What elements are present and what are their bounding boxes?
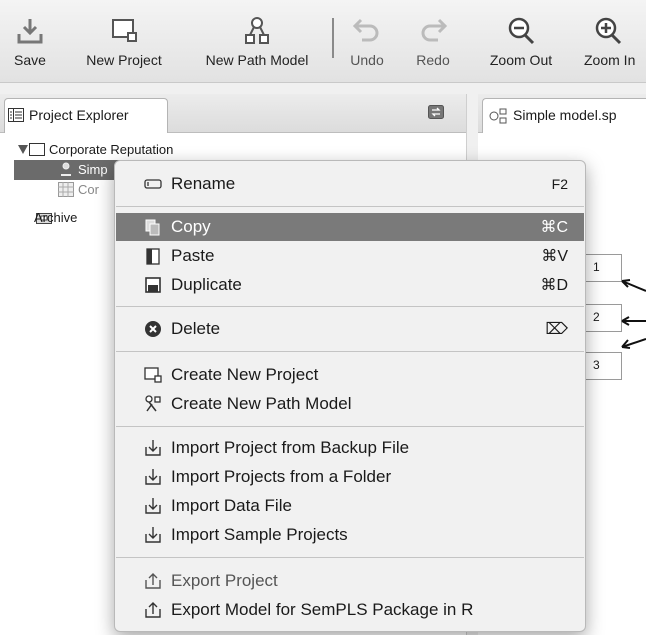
import-icon — [145, 469, 161, 485]
zoom-in-icon — [595, 17, 622, 45]
menu-item-import-data-file[interactable]: Import Data File — [116, 492, 584, 520]
menu-item-create-new-path-model[interactable]: Create New Path Model — [116, 390, 584, 418]
path-model-icon — [61, 162, 71, 176]
project-folder-icon — [29, 143, 45, 156]
menu-item-copy[interactable]: Copy ⌘C — [116, 213, 584, 241]
menu-item-export-model-sempls[interactable]: Export Model for SemPLS Package in R — [116, 596, 584, 624]
menu-item-duplicate[interactable]: Duplicate ⌘D — [116, 271, 584, 299]
new-path-model-button[interactable]: New Path Model — [192, 6, 322, 78]
copy-icon — [145, 219, 160, 236]
menu-separator — [116, 351, 584, 352]
delete-icon — [145, 321, 161, 337]
menu-item-rename[interactable]: Rename F2 — [116, 170, 584, 198]
indicator-arrows — [621, 279, 646, 349]
export-icon — [145, 602, 161, 618]
zoom-out-button[interactable]: Zoom Out — [478, 6, 564, 78]
menu-item-paste[interactable]: Paste ⌘V — [116, 242, 584, 270]
explorer-tab-bar: Project Explorer — [0, 94, 466, 133]
menu-item-import-backup[interactable]: Import Project from Backup File — [116, 434, 584, 462]
paste-icon — [146, 248, 160, 265]
indicator-box[interactable]: 1 — [584, 254, 622, 282]
tab-simple-model[interactable]: Simple model.sp — [482, 98, 646, 133]
duplicate-icon — [145, 277, 161, 293]
new-project-icon — [144, 367, 162, 383]
menu-separator — [116, 306, 584, 307]
minimize-panel-icon[interactable] — [428, 105, 444, 119]
import-icon — [145, 498, 161, 514]
menu-item-import-folder[interactable]: Import Projects from a Folder — [116, 463, 584, 491]
menu-separator — [116, 557, 584, 558]
path-model-icon — [145, 395, 161, 412]
main-toolbar: Save New Project New Path Model Undo Red… — [0, 0, 646, 83]
indicator-box[interactable]: 3 — [584, 352, 622, 380]
redo-icon — [421, 18, 448, 42]
zoom-in-button[interactable]: Zoom In — [578, 6, 646, 78]
toolbar-separator — [332, 18, 334, 58]
tree-item-corporate-reputation[interactable]: Corporate Reputation — [18, 140, 318, 160]
import-icon — [145, 527, 161, 543]
undo-icon — [352, 18, 379, 42]
menu-item-create-new-project[interactable]: Create New Project — [116, 361, 584, 389]
menu-item-delete[interactable]: Delete ⌦ — [116, 315, 584, 343]
import-icon — [145, 440, 161, 456]
save-button[interactable]: Save — [6, 6, 54, 78]
menu-item-import-sample-projects[interactable]: Import Sample Projects — [116, 521, 584, 549]
new-project-button[interactable]: New Project — [74, 6, 174, 78]
path-model-icon — [489, 108, 507, 124]
new-project-icon — [112, 19, 137, 42]
redo-button[interactable]: Redo — [408, 6, 458, 78]
data-file-icon — [58, 182, 74, 197]
tab-project-explorer[interactable]: Project Explorer — [4, 98, 168, 133]
path-model-icon — [245, 17, 269, 44]
rename-icon — [144, 179, 162, 189]
disclosure-triangle-icon[interactable] — [18, 145, 28, 154]
explorer-icon — [8, 108, 24, 122]
menu-separator — [116, 206, 584, 207]
save-icon — [17, 19, 43, 44]
context-menu: Rename F2 Copy ⌘C Paste ⌘V Duplicate ⌘D — [114, 160, 586, 632]
editor-tab-bar: Simple model.sp — [478, 94, 646, 133]
menu-item-export-project[interactable]: Export Project — [116, 567, 584, 595]
undo-button[interactable]: Undo — [342, 6, 392, 78]
menu-separator — [116, 426, 584, 427]
indicator-box[interactable]: 2 — [584, 304, 622, 332]
zoom-out-icon — [508, 17, 535, 45]
export-icon — [145, 573, 161, 589]
